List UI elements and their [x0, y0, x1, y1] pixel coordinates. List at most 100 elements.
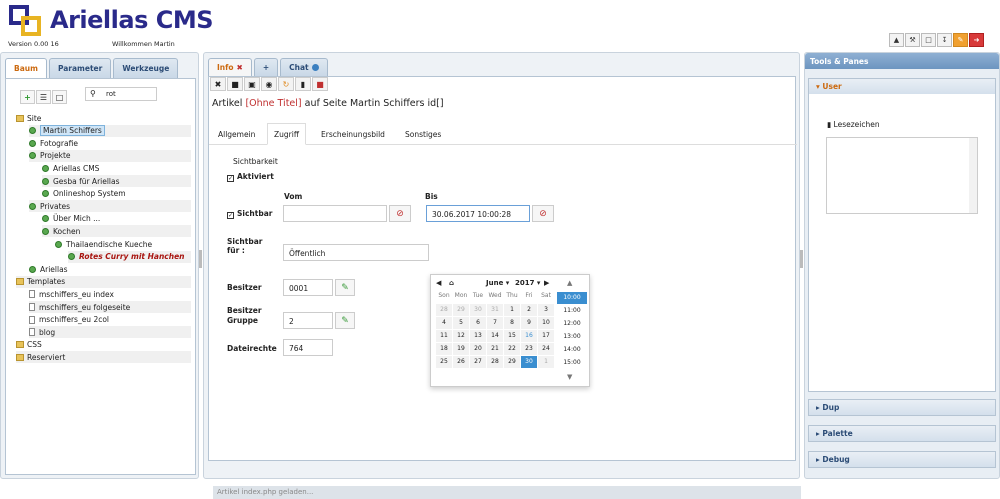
calendar-day[interactable]: 23 — [521, 343, 537, 355]
calendar-day[interactable]: 17 — [538, 330, 554, 342]
tab-parameter[interactable]: Parameter — [48, 58, 112, 78]
tree-node[interactable]: Thailaendische Kueche — [55, 238, 191, 250]
home-icon[interactable]: ⌂ — [449, 279, 454, 287]
calendar-day[interactable]: 10 — [538, 317, 554, 329]
tree-node[interactable]: mschiffers_eu folgeseite — [29, 301, 191, 313]
calendar-day[interactable]: 24 — [538, 343, 554, 355]
calendar-day[interactable]: 26 — [453, 356, 469, 368]
calendar-day[interactable]: 8 — [504, 317, 520, 329]
time-option[interactable]: 14:00 — [557, 344, 587, 356]
edit-gruppe-button[interactable]: ✎ — [335, 312, 355, 329]
time-up-icon[interactable]: ▲ — [567, 279, 572, 287]
next-month-icon[interactable]: ▶ — [544, 279, 549, 287]
tab-add[interactable]: + — [253, 58, 279, 76]
aktiviert-checkbox[interactable]: ✓ Aktiviert — [227, 172, 274, 182]
time-option[interactable]: 10:00 — [557, 292, 587, 304]
calendar-day[interactable]: 16 — [521, 330, 537, 342]
document-icon[interactable]: □ — [52, 90, 67, 104]
logout-button[interactable]: ➜ — [969, 33, 984, 47]
save-as-button[interactable]: ▣ — [244, 77, 260, 91]
time-option[interactable]: 12:00 — [557, 318, 587, 330]
tree-node[interactable]: Onlineshop System — [42, 188, 191, 200]
scrollbar[interactable] — [969, 138, 977, 213]
time-option[interactable]: 13:00 — [557, 331, 587, 343]
calendar-day[interactable]: 4 — [436, 317, 452, 329]
subtab-erscheinungsbild[interactable]: Erscheinungsbild — [315, 123, 391, 145]
tree-node[interactable]: Kochen — [42, 225, 191, 238]
tree-node[interactable]: Rotes Curry mit Hanchen — [68, 250, 191, 263]
wrench-button[interactable]: ⚒ — [905, 33, 920, 47]
edit-button[interactable]: ✎ — [953, 33, 968, 47]
sichtbar-fuer-select[interactable]: Öffentlich — [283, 244, 429, 261]
tree-node[interactable]: mschiffers_eu index — [29, 288, 191, 300]
time-option[interactable]: 11:00 — [557, 305, 587, 317]
calendar-day[interactable]: 7 — [487, 317, 503, 329]
time-option[interactable]: 15:00 — [557, 357, 587, 369]
calendar-day[interactable]: 29 — [453, 304, 469, 316]
calendar-day[interactable]: 30 — [521, 356, 537, 368]
tree-node[interactable]: mschiffers_eu 2col — [29, 314, 191, 326]
bookmark-button[interactable]: ▮ — [295, 77, 311, 91]
tree-node[interactable]: CSS — [16, 339, 191, 351]
calendar-day[interactable]: 2 — [521, 304, 537, 316]
calendar-day[interactable]: 21 — [487, 343, 503, 355]
calendar-day[interactable]: 28 — [436, 304, 452, 316]
tree-search-input[interactable]: ⚲ rot — [85, 87, 157, 101]
bis-input[interactable]: 30.06.2017 10:00:28 — [426, 205, 530, 222]
calendar-day[interactable]: 3 — [538, 304, 554, 316]
download-button[interactable]: ↧ — [937, 33, 952, 47]
folder-button[interactable]: □ — [921, 33, 936, 47]
calendar-day[interactable]: 1 — [538, 356, 554, 368]
calendar-day[interactable]: 28 — [487, 356, 503, 368]
section-palette[interactable]: ▸ Palette — [808, 425, 996, 442]
tab-chat[interactable]: Chat — [280, 58, 328, 76]
tree-node[interactable]: Über Mich ... — [42, 213, 191, 225]
calendar-day[interactable]: 14 — [487, 330, 503, 342]
tree-node[interactable]: Ariellas CMS — [42, 162, 191, 174]
tree-node[interactable]: Fotografie — [29, 137, 191, 149]
tree-node[interactable]: Privates — [29, 200, 191, 213]
close-button[interactable]: ✖ — [210, 77, 226, 91]
calendar-day[interactable]: 12 — [453, 330, 469, 342]
calendar-day[interactable]: 19 — [453, 343, 469, 355]
tree-node[interactable]: Ariellas — [29, 263, 191, 275]
tree-node[interactable]: Martin Schiffers — [29, 124, 191, 137]
close-icon[interactable]: ✖ — [237, 63, 243, 72]
tab-werkzeuge[interactable]: Werkzeuge — [113, 58, 179, 78]
refresh-button[interactable]: ↻ — [278, 77, 294, 91]
add-button[interactable]: + — [20, 90, 35, 104]
subtab-allgemein[interactable]: Allgemein — [212, 123, 261, 145]
delete-button[interactable]: ■ — [312, 77, 328, 91]
list-icon[interactable]: ☰ — [36, 90, 51, 104]
tree-node[interactable]: Gesba für Ariellas — [42, 175, 191, 187]
calendar-day[interactable]: 30 — [470, 304, 486, 316]
tree-node[interactable]: Templates — [16, 275, 191, 288]
subtab-sonstiges[interactable]: Sonstiges — [399, 123, 447, 145]
tree-node[interactable]: Site — [16, 112, 191, 124]
bell-button[interactable]: ▲ — [889, 33, 904, 47]
tab-baum[interactable]: Baum — [5, 58, 47, 78]
clear-vom-button[interactable]: ⊘ — [389, 205, 411, 222]
tab-info[interactable]: Info ✖ — [208, 58, 252, 76]
calendar-day[interactable]: 27 — [470, 356, 486, 368]
clear-bis-button[interactable]: ⊘ — [532, 205, 554, 222]
calendar-day[interactable]: 9 — [521, 317, 537, 329]
vom-input[interactable] — [283, 205, 387, 222]
calendar-day[interactable]: 25 — [436, 356, 452, 368]
calendar-day[interactable]: 18 — [436, 343, 452, 355]
calendar-day[interactable]: 15 — [504, 330, 520, 342]
calendar-day[interactable]: 6 — [470, 317, 486, 329]
section-dup[interactable]: ▸ Dup — [808, 399, 996, 416]
month-select[interactable]: June ▾ — [486, 279, 509, 287]
save-button[interactable]: ■ — [227, 77, 243, 91]
calendar-day[interactable]: 20 — [470, 343, 486, 355]
calendar-day[interactable]: 22 — [504, 343, 520, 355]
calendar-day[interactable]: 5 — [453, 317, 469, 329]
time-down-icon[interactable]: ▼ — [567, 373, 572, 381]
tree-node[interactable]: Reserviert — [16, 351, 191, 364]
right-splitter[interactable] — [800, 250, 803, 268]
edit-besitzer-button[interactable]: ✎ — [335, 279, 355, 296]
section-debug[interactable]: ▸ Debug — [808, 451, 996, 468]
tree-node[interactable]: blog — [29, 326, 191, 339]
subtab-zugriff[interactable]: Zugriff — [267, 123, 306, 145]
